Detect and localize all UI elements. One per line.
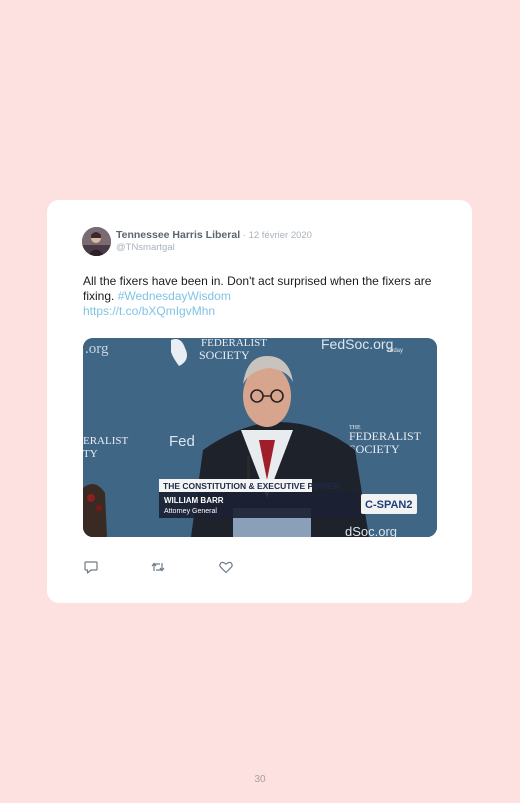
video-banner-title: THE CONSTITUTION & EXECUTIVE POWER — [163, 481, 340, 491]
backdrop-federalist-left: ERALIST — [83, 435, 129, 447]
tweet-actions — [83, 559, 243, 575]
hashtag-link[interactable]: #WednesdayWisdom — [118, 289, 231, 303]
reply-icon[interactable] — [83, 559, 99, 575]
speaker-title: Attorney General — [164, 508, 217, 515]
backdrop-society-top: SOCIETY — [199, 348, 250, 362]
tweet-text: All the fixers have been in. Don't act s… — [83, 274, 433, 319]
backdrop-org-text: .org — [85, 341, 109, 357]
speaker-name: WILLIAM BARR — [164, 496, 224, 505]
heart-icon[interactable] — [218, 559, 234, 575]
author-handle[interactable]: @TNsmartgal — [116, 242, 175, 254]
page-number: 30 — [254, 774, 266, 785]
cspan-logo: C-SPAN2 — [365, 499, 412, 511]
backdrop-society-left: TY — [83, 448, 98, 460]
backdrop-fedsoc-top: FedSoc.org — [321, 338, 393, 352]
retweet-icon[interactable] — [150, 559, 166, 575]
backdrop-fedsoc-bottom: dSoc.org — [345, 524, 397, 537]
tweet-card: Tennessee Harris Liberal · 12 février 20… — [47, 200, 472, 603]
author-name[interactable]: Tennessee Harris Liberal — [116, 229, 240, 241]
avatar[interactable] — [82, 227, 111, 256]
tweet-date[interactable]: 12 février 2020 — [249, 230, 312, 241]
author-line: Tennessee Harris Liberal · 12 février 20… — [116, 229, 312, 241]
tweet-url-link[interactable]: https://t.co/bXQmIgvMhn — [83, 304, 215, 318]
backdrop-today: Today — [387, 348, 403, 354]
backdrop-society-right: SOCIETY — [349, 442, 400, 456]
tweet-media-image[interactable]: .org FEDERALIST SOCIETY FedSoc.org Today… — [83, 338, 437, 537]
backdrop-federalist-right: FEDERALIST — [349, 429, 422, 443]
backdrop-fed-middle: Fed — [169, 433, 195, 450]
